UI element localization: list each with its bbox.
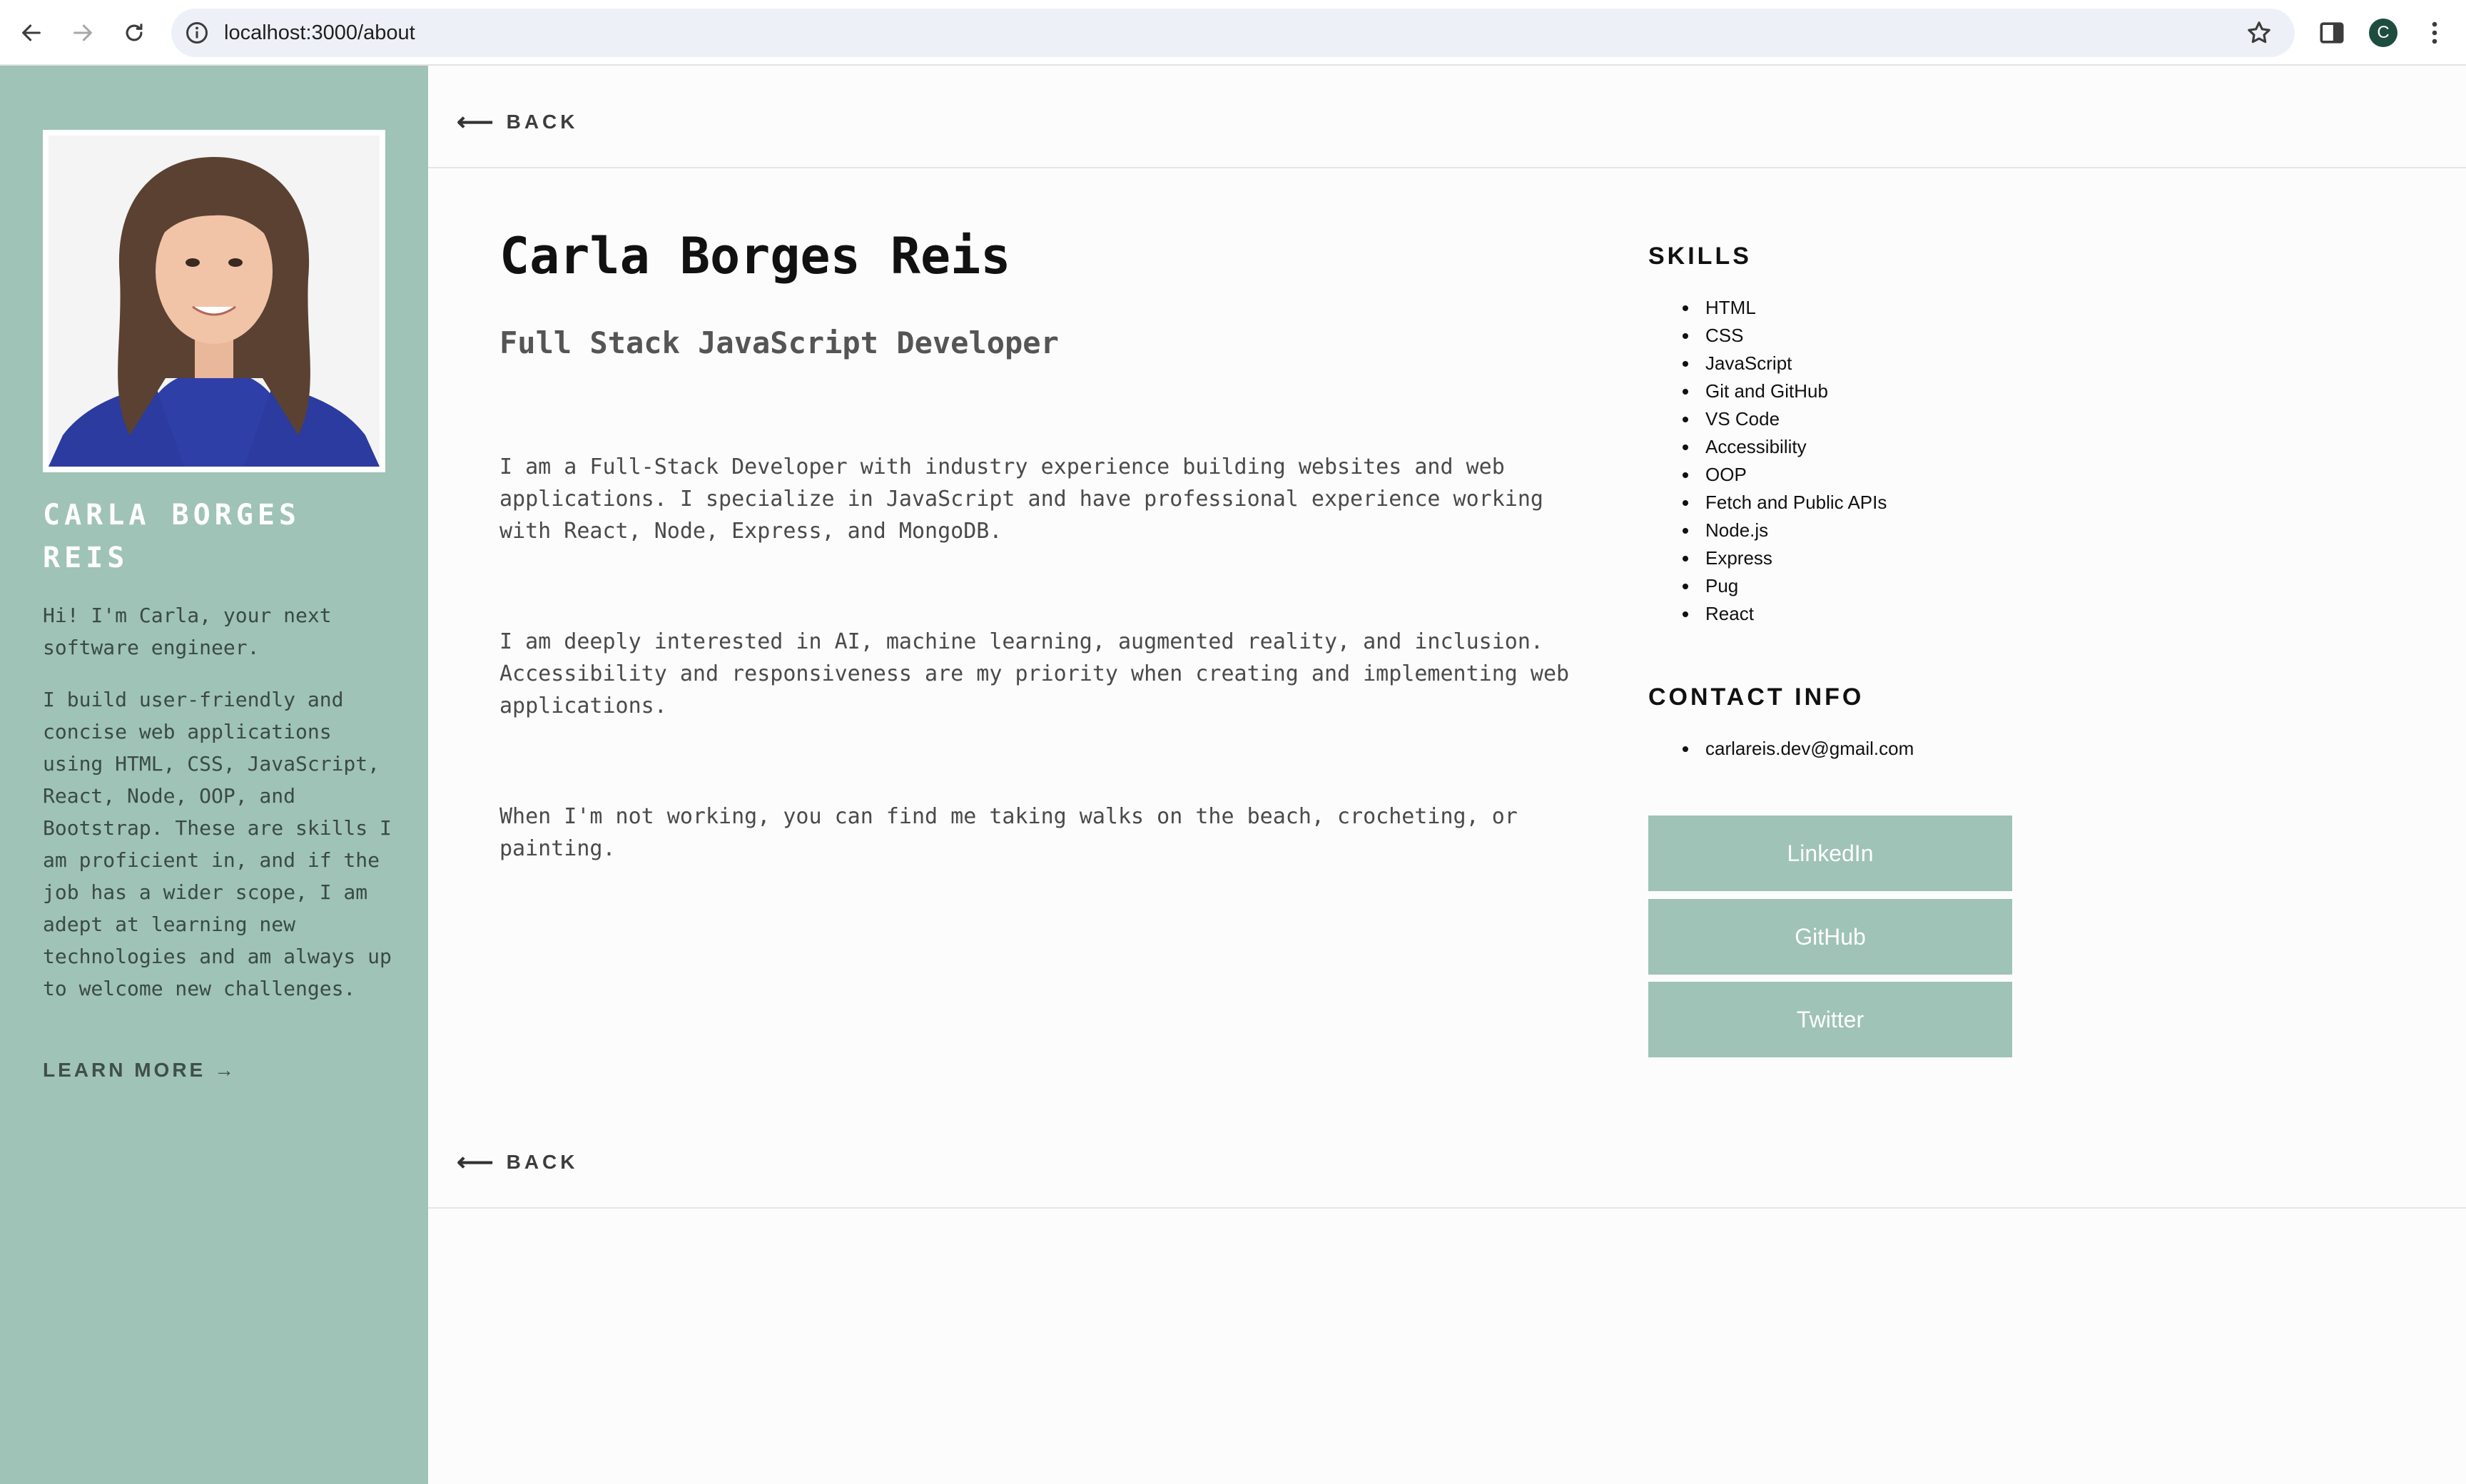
sidebar: CARLA BORGES REIS Hi! I'm Carla, your ne…: [0, 66, 428, 1484]
back-link-bottom[interactable]: ⟵ BACK: [457, 1147, 579, 1177]
contact-heading: CONTACT INFO: [1648, 683, 1864, 711]
page-subtitle: Full Stack JavaScript Developer: [499, 325, 1059, 360]
sidebar-intro: Hi! I'm Carla, your next software engine…: [43, 604, 332, 659]
sidebar-bio: I build user-friendly and concise web ap…: [43, 688, 392, 1000]
contact-email: carlareis.dev@gmail.com: [1683, 735, 1914, 763]
divider: [428, 1207, 2466, 1209]
about-paragraph: I am deeply interested in AI, machine le…: [499, 629, 1570, 718]
github-button[interactable]: GitHub: [1648, 899, 2012, 975]
skill-item: Git and GitHub: [1683, 377, 1887, 405]
skill-item: CSS: [1683, 322, 1887, 350]
skill-item: OOP: [1683, 461, 1887, 489]
browser-toolbar: localhost:3000/about C: [0, 0, 2466, 66]
reload-icon[interactable]: [117, 16, 151, 50]
side-panel-icon[interactable]: [2316, 17, 2348, 49]
learn-more-link[interactable]: LEARN MORE →: [43, 1059, 237, 1082]
back-link-top[interactable]: ⟵ BACK: [457, 107, 579, 137]
linkedin-button[interactable]: LinkedIn: [1648, 815, 2012, 891]
about-paragraph: I am a Full-Stack Developer with industr…: [499, 454, 1543, 544]
skill-item: React: [1683, 600, 1887, 628]
back-arrow-icon: ⟵: [457, 1147, 494, 1176]
back-arrow-icon: ⟵: [457, 107, 494, 136]
skills-heading: SKILLS: [1648, 243, 1752, 270]
divider: [428, 167, 2466, 168]
site-info-icon[interactable]: [184, 20, 210, 46]
skill-item: Node.js: [1683, 517, 1887, 544]
back-arrow-icon[interactable]: [14, 16, 49, 50]
back-label: BACK: [506, 1151, 579, 1173]
portrait-image: [49, 136, 380, 467]
back-label: BACK: [506, 111, 579, 133]
skill-item: VS Code: [1683, 405, 1887, 433]
profile-photo: [43, 130, 385, 472]
about-paragraph: When I'm not working, you can find me ta…: [499, 804, 1518, 861]
kebab-menu-icon[interactable]: [2419, 17, 2450, 49]
profile-avatar[interactable]: C: [2369, 19, 2398, 47]
address-bar[interactable]: localhost:3000/about: [171, 9, 2295, 57]
twitter-button[interactable]: Twitter: [1648, 982, 2012, 1057]
skill-item: Express: [1683, 544, 1887, 572]
skill-item: HTML: [1683, 294, 1887, 322]
main-content: ⟵ BACK Carla Borges Reis Full Stack Java…: [428, 66, 2466, 1484]
sidebar-name: CARLA BORGES REIS: [43, 499, 300, 574]
forward-arrow-icon[interactable]: [66, 16, 100, 50]
contact-list: carlareis.dev@gmail.com: [1683, 735, 1914, 763]
bookmark-star-icon[interactable]: [2245, 19, 2273, 47]
skill-item: Pug: [1683, 572, 1887, 600]
skill-item: JavaScript: [1683, 350, 1887, 377]
skills-list: HTML CSS JavaScript Git and GitHub VS Co…: [1683, 294, 1887, 628]
skill-item: Accessibility: [1683, 433, 1887, 461]
page-title: Carla Borges Reis: [499, 227, 1011, 285]
skill-item: Fetch and Public APIs: [1683, 489, 1887, 517]
address-url[interactable]: localhost:3000/about: [224, 9, 415, 57]
